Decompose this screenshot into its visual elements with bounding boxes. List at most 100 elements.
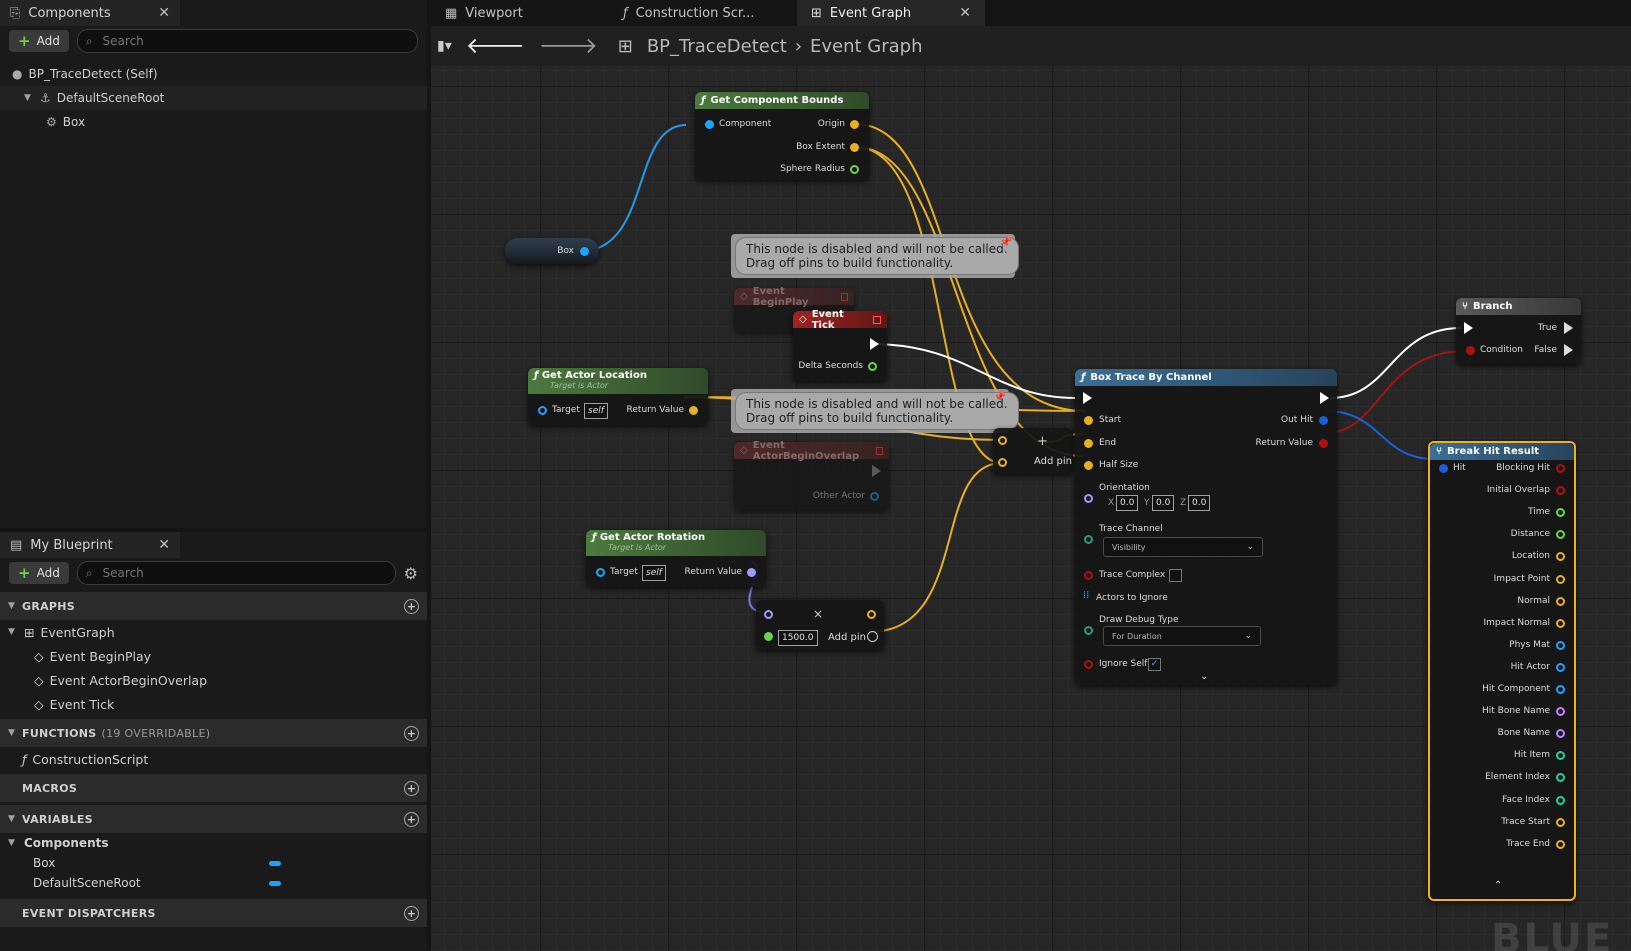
- exec-out-pin[interactable]: [872, 465, 881, 477]
- add-macro-icon[interactable]: +: [404, 780, 419, 796]
- breadcrumb-blueprint[interactable]: BP_TraceDetect: [647, 36, 787, 57]
- event-graph-canvas[interactable]: ƒ Get Component Bounds Component Origin B…: [431, 66, 1631, 951]
- my-blueprint-add-button[interactable]: + Add: [9, 562, 69, 584]
- exec-out-pin[interactable]: [1320, 392, 1329, 404]
- multiply-value-field[interactable]: 1500.0: [778, 630, 818, 646]
- variables-section-header[interactable]: ▼ VARIABLES +: [0, 805, 427, 833]
- pin-mult-b[interactable]: [764, 632, 773, 641]
- target-self-field[interactable]: self: [584, 403, 608, 419]
- pin-delta-seconds[interactable]: [868, 362, 877, 371]
- pin-output-hit-bone-name[interactable]: [1556, 707, 1565, 717]
- pin-icon[interactable]: 📌: [1000, 237, 1012, 248]
- macros-section-header[interactable]: MACROS +: [0, 774, 427, 802]
- pin-trace-complex[interactable]: [1084, 571, 1093, 580]
- variables-components-group[interactable]: ▼ Components: [0, 833, 427, 853]
- my-blueprint-search-input[interactable]: [100, 565, 387, 581]
- delegate-pin-icon[interactable]: [840, 292, 848, 301]
- node-get-actor-location[interactable]: ƒ Get Actor Location Target is Actor Tar…: [528, 368, 708, 425]
- pin-out-hit[interactable]: [1319, 416, 1328, 425]
- pin-output-normal[interactable]: [1556, 596, 1565, 606]
- node-branch[interactable]: ⑂ Branch True Condition False: [1456, 298, 1581, 364]
- node-add-vector[interactable]: + Add pin: [993, 428, 1073, 474]
- close-icon[interactable]: ✕: [959, 5, 971, 21]
- pin-hit[interactable]: [1439, 464, 1448, 473]
- tab-event-graph[interactable]: ⊞ Event Graph ✕: [797, 0, 985, 26]
- pin-trace-channel[interactable]: [1084, 535, 1093, 544]
- pin-output-trace-start[interactable]: [1556, 817, 1565, 827]
- node-box-variable[interactable]: Box: [505, 238, 599, 264]
- pin-ignore-self[interactable]: [1084, 660, 1093, 669]
- functions-section-header[interactable]: ▼ FUNCTIONS (19 OVERRIDABLE) +: [0, 719, 427, 747]
- my-blueprint-search[interactable]: ⌕: [76, 561, 396, 585]
- function-item-constructionscript[interactable]: ƒ ConstructionScript: [0, 747, 427, 771]
- exec-false-pin[interactable]: [1564, 344, 1573, 356]
- variable-item-box[interactable]: Box: [0, 853, 427, 873]
- exec-in-pin[interactable]: [1083, 392, 1092, 404]
- pin-box-extent[interactable]: [850, 143, 859, 152]
- add-pin-label[interactable]: Add pin: [828, 632, 866, 643]
- tree-item-self[interactable]: ● BP_TraceDetect (Self): [0, 62, 427, 86]
- pin-target[interactable]: [596, 568, 605, 577]
- node-break-hit-result[interactable]: ⑂ Break Hit Result Hit Blocking Hit Initia…: [1428, 441, 1576, 901]
- pin-output-hit-component[interactable]: [1556, 685, 1565, 694]
- node-get-actor-rotation[interactable]: ƒ Get Actor Rotation Target is Actor Tar…: [586, 530, 766, 587]
- pin-output-blocking-hit[interactable]: [1556, 464, 1565, 473]
- pin-return-value[interactable]: [1319, 439, 1328, 448]
- exec-true-pin[interactable]: [1564, 322, 1573, 334]
- graphs-section-header[interactable]: ▼ GRAPHS +: [0, 592, 427, 620]
- tree-item-box[interactable]: ⚙ Box: [0, 110, 427, 134]
- trace-channel-dropdown[interactable]: Visibility ⌄: [1103, 537, 1263, 557]
- node-event-tick[interactable]: ◇ Event Tick Delta Seconds: [793, 309, 887, 381]
- exec-out-pin[interactable]: [870, 338, 879, 350]
- add-graph-icon[interactable]: +: [404, 598, 419, 614]
- close-icon[interactable]: ✕: [158, 5, 170, 21]
- pin-output-location[interactable]: [1556, 552, 1565, 562]
- pin-output-phys-mat[interactable]: [1556, 640, 1565, 650]
- event-item-tick[interactable]: ◇ Event Tick: [0, 692, 427, 716]
- pin-output-hit-item[interactable]: [1556, 751, 1565, 761]
- pin-other-actor[interactable]: [870, 492, 879, 501]
- variable-item-defaultsceneroot[interactable]: DefaultSceneRoot: [0, 873, 427, 893]
- pin-output-face-index[interactable]: [1556, 795, 1565, 805]
- my-blueprint-tab[interactable]: ▤ My Blueprint ✕: [0, 532, 180, 558]
- pin-icon[interactable]: 📌: [994, 392, 1006, 403]
- pin-output-distance[interactable]: [1556, 530, 1565, 540]
- pin-box-out[interactable]: [580, 247, 589, 256]
- pin-sphere-radius[interactable]: [850, 165, 859, 174]
- orientation-x-field[interactable]: 0.0: [1116, 495, 1139, 511]
- pin-condition[interactable]: [1466, 346, 1475, 355]
- pin-target[interactable]: [538, 406, 547, 415]
- pin-orientation[interactable]: [1084, 494, 1093, 503]
- pin-component[interactable]: [705, 120, 714, 129]
- pin-output-trace-end[interactable]: [1556, 839, 1565, 849]
- add-pin-icon[interactable]: [867, 631, 878, 642]
- target-self-field[interactable]: self: [642, 565, 666, 581]
- delegate-pin-icon[interactable]: [876, 446, 883, 455]
- pin-output-impact-normal[interactable]: [1556, 618, 1565, 628]
- expand-caret-icon[interactable]: ▼: [24, 93, 34, 103]
- forward-arrow-icon[interactable]: 🡒: [539, 33, 598, 59]
- components-add-button[interactable]: + Add: [9, 30, 69, 52]
- node-get-component-bounds[interactable]: ƒ Get Component Bounds Component Origin B…: [695, 92, 869, 180]
- add-variable-icon[interactable]: +: [404, 811, 419, 827]
- pin-output-initial-overlap[interactable]: [1556, 486, 1565, 496]
- ignore-self-checkbox[interactable]: ✓: [1148, 658, 1161, 671]
- pin-half-size[interactable]: [1084, 461, 1093, 470]
- pin-output-time[interactable]: [1556, 508, 1565, 518]
- pin-draw-debug[interactable]: [1084, 626, 1093, 635]
- breadcrumb-graph[interactable]: Event Graph: [810, 36, 923, 57]
- back-arrow-icon[interactable]: 🡐: [466, 33, 525, 59]
- pin-start[interactable]: [1084, 416, 1093, 425]
- components-search[interactable]: ⌕: [76, 29, 418, 53]
- components-tab[interactable]: ⎘ Components ✕: [0, 0, 180, 26]
- exec-in-pin[interactable]: [1464, 322, 1473, 334]
- delegate-pin-icon[interactable]: [873, 315, 881, 324]
- add-dispatcher-icon[interactable]: +: [404, 905, 419, 921]
- orientation-z-field[interactable]: 0.0: [1188, 495, 1211, 511]
- trace-complex-checkbox[interactable]: [1169, 569, 1182, 582]
- pin-mult-out[interactable]: [867, 610, 876, 619]
- pin-origin[interactable]: [850, 120, 859, 129]
- graph-item-eventgraph[interactable]: ▼ ⊞ EventGraph: [0, 620, 427, 644]
- dispatchers-section-header[interactable]: EVENT DISPATCHERS +: [0, 899, 427, 927]
- pin-output-hit-actor[interactable]: [1556, 662, 1565, 672]
